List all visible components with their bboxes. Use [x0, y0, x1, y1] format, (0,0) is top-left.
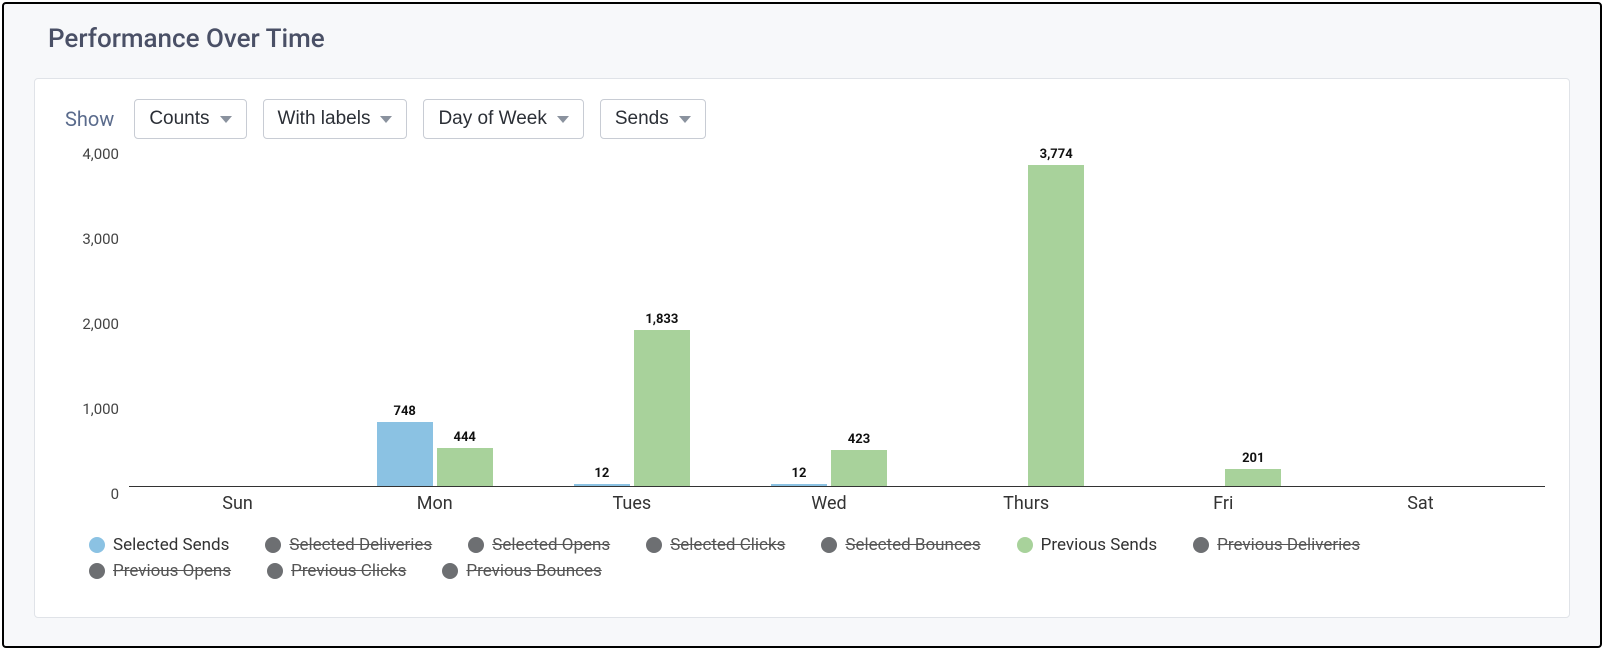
- y-tick-label: 2,000: [59, 315, 119, 333]
- bar-value-label: 12: [792, 466, 807, 481]
- y-tick-label: 4,000: [59, 145, 119, 163]
- chevron-down-icon: [380, 116, 392, 123]
- page-title: Performance Over Time: [48, 24, 1570, 54]
- bar-previous-sends[interactable]: 444: [437, 448, 493, 486]
- legend-swatch-icon: [89, 537, 105, 553]
- bar-selected-sends[interactable]: 748: [377, 422, 433, 486]
- x-tick-label: Thurs: [1003, 493, 1049, 514]
- bar-previous-sends[interactable]: 423: [831, 450, 887, 486]
- bar-previous-sends[interactable]: 3,774: [1028, 165, 1084, 486]
- legend-item[interactable]: Selected Deliveries: [265, 535, 432, 555]
- legend-swatch-icon: [646, 537, 662, 553]
- metric-select-value: Sends: [615, 108, 669, 130]
- chart-plot: 01,0002,0003,0004,000748444121,833124233…: [129, 147, 1545, 487]
- legend-label: Previous Opens: [113, 561, 231, 581]
- bar-value-label: 12: [594, 466, 609, 481]
- legend-swatch-icon: [821, 537, 837, 553]
- bar-value-label: 423: [848, 432, 870, 447]
- bar-value-label: 748: [394, 404, 416, 419]
- legend-item[interactable]: Previous Opens: [89, 561, 231, 581]
- bar-value-label: 3,774: [1040, 147, 1073, 162]
- legend-swatch-icon: [1017, 537, 1033, 553]
- legend-label: Previous Bounces: [466, 561, 601, 581]
- legend-label: Selected Bounces: [845, 535, 980, 555]
- metric-select[interactable]: Sends: [600, 99, 706, 139]
- legend-item[interactable]: Selected Clicks: [646, 535, 785, 555]
- labels-select-value: With labels: [278, 108, 371, 130]
- chart-legend: Selected Sends Selected Deliveries Selecte…: [59, 535, 1459, 581]
- mode-select-value: Counts: [149, 108, 209, 130]
- y-tick-label: 0: [59, 485, 119, 503]
- legend-item[interactable]: Selected Bounces: [821, 535, 980, 555]
- legend-item[interactable]: Previous Clicks: [267, 561, 406, 581]
- x-tick-label: Sun: [222, 493, 253, 514]
- bar-group: 12 1,833: [542, 147, 722, 486]
- bar-selected-sends[interactable]: 12: [574, 484, 630, 486]
- legend-item[interactable]: Previous Deliveries: [1193, 535, 1360, 555]
- show-label: Show: [65, 107, 114, 131]
- labels-select[interactable]: With labels: [263, 99, 408, 139]
- chart: 01,0002,0003,0004,000748444121,833124233…: [129, 147, 1545, 523]
- legend-label: Previous Sends: [1041, 535, 1158, 555]
- bar-value-label: 444: [454, 430, 476, 445]
- legend-label: Previous Deliveries: [1217, 535, 1360, 555]
- bar-group: [148, 147, 328, 486]
- legend-swatch-icon: [265, 537, 281, 553]
- legend-swatch-icon: [89, 563, 105, 579]
- bar-value-label: 201: [1242, 451, 1264, 466]
- legend-swatch-icon: [442, 563, 458, 579]
- chart-controls: Show Counts With labels Day of Week Send…: [59, 99, 1545, 139]
- bar-previous-sends[interactable]: 1,833: [634, 330, 690, 486]
- granularity-select-value: Day of Week: [438, 108, 546, 130]
- legend-item[interactable]: Selected Sends: [89, 535, 229, 555]
- chevron-down-icon: [679, 116, 691, 123]
- legend-item[interactable]: Previous Sends: [1017, 535, 1158, 555]
- legend-label: Selected Opens: [492, 535, 610, 555]
- legend-label: Previous Clicks: [291, 561, 406, 581]
- x-tick-label: Sat: [1407, 493, 1433, 514]
- chevron-down-icon: [220, 116, 232, 123]
- legend-label: Selected Clicks: [670, 535, 785, 555]
- chart-x-axis: Sun Mon Tues Wed Thurs Fri Sat: [129, 487, 1545, 523]
- legend-swatch-icon: [468, 537, 484, 553]
- bar-selected-sends[interactable]: 12: [771, 484, 827, 486]
- mode-select[interactable]: Counts: [134, 99, 246, 139]
- bar-group: 748444: [345, 147, 525, 486]
- legend-swatch-icon: [1193, 537, 1209, 553]
- bar-group: [1330, 147, 1510, 486]
- y-tick-label: 3,000: [59, 230, 119, 248]
- x-tick-label: Tues: [613, 493, 652, 514]
- bar-group: 201: [1133, 147, 1313, 486]
- x-tick-label: Wed: [811, 493, 846, 514]
- legend-swatch-icon: [267, 563, 283, 579]
- x-tick-label: Fri: [1213, 493, 1233, 514]
- bar-group: 12 423: [739, 147, 919, 486]
- y-tick-label: 1,000: [59, 400, 119, 418]
- x-tick-label: Mon: [417, 493, 453, 514]
- chart-card: Show Counts With labels Day of Week Send…: [34, 78, 1570, 618]
- legend-label: Selected Sends: [113, 535, 229, 555]
- chevron-down-icon: [557, 116, 569, 123]
- granularity-select[interactable]: Day of Week: [423, 99, 583, 139]
- legend-item[interactable]: Selected Opens: [468, 535, 610, 555]
- legend-label: Selected Deliveries: [289, 535, 432, 555]
- bar-value-label: 1,833: [645, 312, 678, 327]
- legend-item[interactable]: Previous Bounces: [442, 561, 601, 581]
- bar-previous-sends[interactable]: 201: [1225, 469, 1281, 486]
- bar-group: 3,774: [936, 147, 1116, 486]
